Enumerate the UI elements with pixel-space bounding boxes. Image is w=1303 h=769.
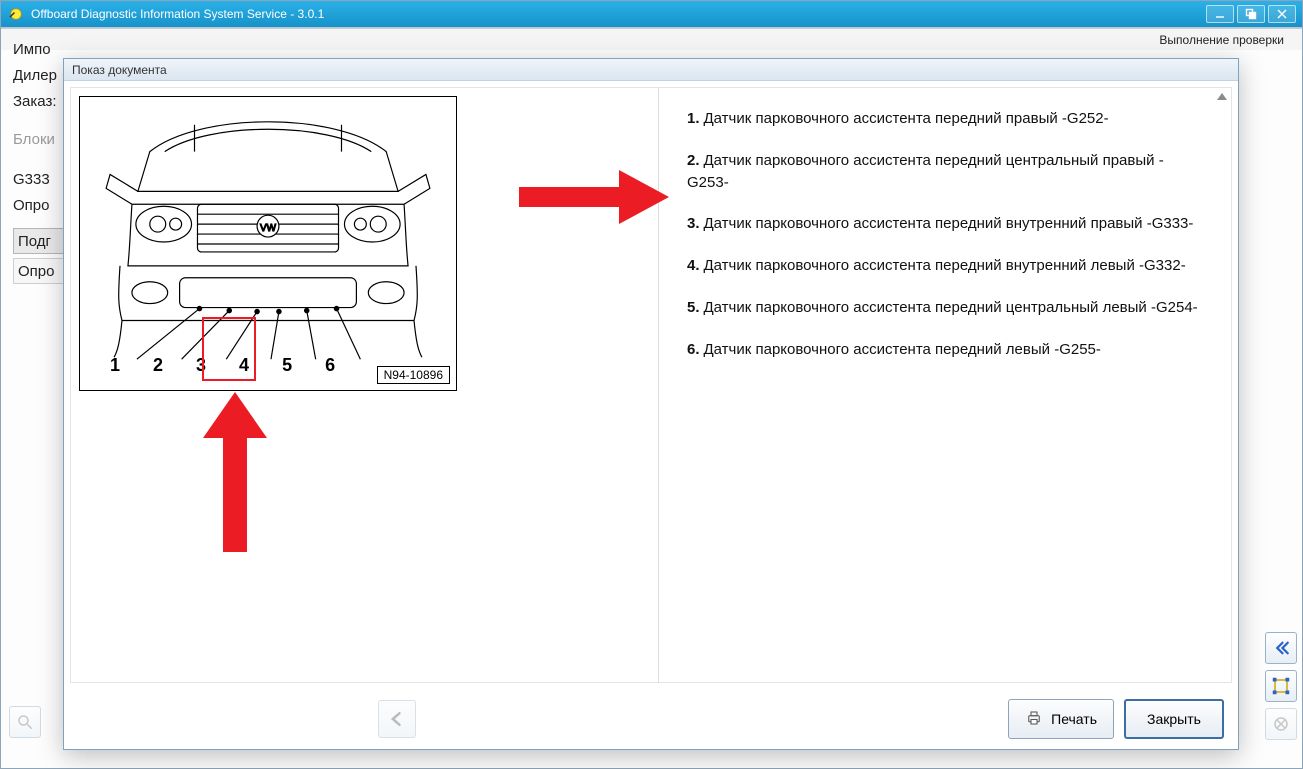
sensor-list-pane: 1.Датчик парковочного ассистента передни…	[659, 88, 1231, 682]
sensor-list: 1.Датчик парковочного ассистента передни…	[687, 108, 1203, 360]
application-window: Offboard Diagnostic Information System S…	[0, 0, 1303, 769]
left-row-dealer: Дилер	[13, 62, 67, 88]
sensor-item-1: 1.Датчик парковочного ассистента передни…	[687, 108, 1203, 130]
crop-select-button[interactable]	[1265, 670, 1297, 702]
print-button[interactable]: Печать	[1008, 699, 1114, 739]
zoom-button	[9, 706, 41, 738]
left-panel: Импо Дилер Заказ: Блоки G333 Опро Подг О…	[1, 28, 71, 768]
right-tool-strip	[1263, 632, 1299, 740]
callout-2: 2	[153, 355, 163, 376]
sensor-item-5: 5.Датчик парковочного ассистента передни…	[687, 297, 1203, 319]
dialog-body: VW	[70, 87, 1232, 683]
sensor-item-6: 6.Датчик парковочного ассистента передни…	[687, 339, 1203, 361]
prev-page-button	[378, 700, 416, 738]
car-diagram: VW	[79, 96, 457, 391]
document-dialog: Показ документа	[63, 58, 1239, 750]
sensor-item-4: 4.Датчик парковочного ассистента передни…	[687, 255, 1203, 277]
dialog-title: Показ документа	[64, 59, 1238, 81]
left-tab-opro2[interactable]: Опро	[13, 258, 67, 284]
callout-1: 1	[110, 355, 120, 376]
minimize-button[interactable]	[1206, 5, 1234, 23]
left-row-import: Импо	[13, 36, 67, 62]
left-row-blocks: Блоки	[13, 126, 67, 152]
maximize-button[interactable]	[1237, 5, 1265, 23]
left-row-opro1: Опро	[13, 192, 67, 218]
work-area: Импо Дилер Заказ: Блоки G333 Опро Подг О…	[1, 27, 1302, 768]
scroll-up-icon[interactable]	[1215, 90, 1229, 104]
callout-6: 6	[325, 355, 335, 376]
close-window-button[interactable]	[1268, 5, 1296, 23]
left-row-g333: G333	[13, 166, 67, 192]
sensor-item-3: 3.Датчик парковочного ассистента передни…	[687, 213, 1203, 235]
status-bar: Выполнение проверки	[1, 28, 1302, 50]
chevron-left-double-button[interactable]	[1265, 632, 1297, 664]
svg-text:VW: VW	[260, 223, 277, 234]
dialog-footer: Печать Закрыть	[64, 689, 1238, 749]
app-icon	[7, 5, 25, 23]
left-tab-prepare[interactable]: Подг	[13, 228, 67, 254]
figure-part-number: N94-10896	[377, 366, 450, 384]
annotation-arrow-up	[203, 392, 267, 552]
printer-icon	[1025, 709, 1043, 730]
figure-pane: VW	[71, 88, 659, 682]
highlight-box	[202, 317, 256, 381]
print-button-label: Печать	[1051, 711, 1097, 727]
sensor-item-2: 2.Датчик парковочного ассистента передни…	[687, 150, 1203, 194]
title-bar: Offboard Diagnostic Information System S…	[1, 1, 1302, 27]
close-button-label: Закрыть	[1147, 711, 1201, 727]
callout-5: 5	[282, 355, 292, 376]
close-button[interactable]: Закрыть	[1124, 699, 1224, 739]
window-title: Offboard Diagnostic Information System S…	[31, 7, 324, 21]
annotation-arrow-right	[519, 170, 669, 224]
status-text: Выполнение проверки	[1159, 33, 1284, 47]
cancel-button	[1265, 708, 1297, 740]
left-row-order: Заказ:	[13, 88, 67, 114]
